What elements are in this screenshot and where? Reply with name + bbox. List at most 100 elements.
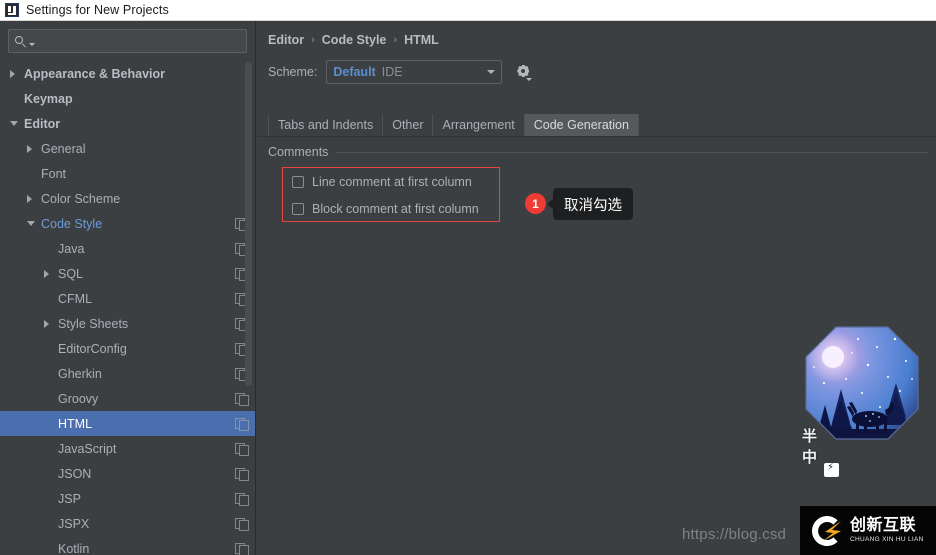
chevron-down-icon[interactable] [27, 221, 41, 226]
sidebar-item-html[interactable]: HTML [0, 411, 255, 436]
checkbox-line-comment[interactable] [292, 175, 304, 188]
sidebar-item-cfml[interactable]: CFML [0, 286, 255, 311]
gear-icon[interactable] [515, 64, 533, 81]
sidebar-item-label: Editor [24, 116, 61, 131]
breadcrumb-item-editor[interactable]: Editor [268, 33, 304, 47]
sidebar-item-style-sheets[interactable]: Style Sheets [0, 311, 255, 336]
chevron-right-icon[interactable] [27, 144, 41, 153]
art-character-2: 中 [802, 449, 818, 466]
breadcrumb: Editor › Code Style › HTML [257, 21, 936, 47]
chevron-right-icon[interactable] [27, 194, 41, 203]
sidebar-item-label: General [41, 141, 86, 156]
sidebar-item-label: Font [41, 166, 67, 181]
sidebar-item-editorconfig[interactable]: EditorConfig [0, 336, 255, 361]
copy-icon[interactable] [235, 492, 249, 506]
checkbox-block-comment[interactable] [292, 202, 304, 215]
sidebar-item-gherkin[interactable]: Gherkin [0, 361, 255, 386]
sidebar-item-sql[interactable]: SQL [0, 261, 255, 286]
sidebar-scrollbar[interactable] [245, 62, 252, 386]
search-icon [15, 35, 28, 48]
copy-icon[interactable] [235, 517, 249, 531]
copy-icon[interactable] [235, 467, 249, 481]
sidebar-item-label: Gherkin [58, 366, 102, 381]
sidebar-item-label: Appearance & Behavior [24, 66, 166, 81]
scheme-combobox[interactable]: Default IDE [326, 60, 503, 84]
checkbox-label: Line comment at first column [312, 174, 472, 189]
search-box[interactable] [8, 29, 247, 53]
decorative-night-sky-image: 半 中 [800, 321, 924, 477]
checkbox-row[interactable]: Block comment at first column [283, 195, 499, 222]
settings-window: Settings for New Projects Appearance & B… [0, 0, 936, 555]
tab-arrangement[interactable]: Arrangement [432, 114, 523, 136]
tab-label: Code Generation [533, 118, 629, 132]
chevron-down-icon[interactable] [10, 121, 24, 126]
sidebar-item-label: Kotlin [58, 541, 90, 555]
sidebar-item-json[interactable]: JSON [0, 461, 255, 486]
sidebar-item-font[interactable]: Font [0, 161, 255, 186]
sidebar-item-label: JSPX [58, 516, 90, 531]
sidebar-item-java[interactable]: Java [0, 236, 255, 261]
chevron-right-icon[interactable] [44, 319, 58, 328]
breadcrumb-item-code-style[interactable]: Code Style [322, 33, 387, 47]
sidebar-item-appearance-behavior[interactable]: Appearance & Behavior [0, 61, 255, 86]
copy-icon[interactable] [235, 542, 249, 555]
sidebar-item-jsp[interactable]: JSP [0, 486, 255, 511]
settings-tabbar: Tabs and Indents Other Arrangement Code Gen… [257, 114, 936, 137]
tab-label: Tabs and Indents [278, 118, 374, 132]
sidebar-item-kotlin[interactable]: Kotlin [0, 536, 255, 555]
comments-group-header: Comments [268, 145, 928, 159]
sidebar-item-label: JavaScript [58, 441, 117, 456]
sidebar-item-label: CFML [58, 291, 93, 306]
annotation-highlight-box: Line comment at first column Block commen… [282, 167, 500, 222]
sidebar-item-jspx[interactable]: JSPX [0, 511, 255, 536]
tab-code-generation[interactable]: Code Generation [523, 114, 638, 136]
checkbox-row[interactable]: Line comment at first column [283, 168, 499, 195]
sidebar-item-javascript[interactable]: JavaScript [0, 436, 255, 461]
copy-icon[interactable] [235, 442, 249, 456]
tab-label: Other [392, 118, 424, 132]
search-input[interactable] [35, 34, 240, 48]
sidebar-item-code-style[interactable]: Code Style [0, 211, 255, 236]
sidebar-item-label: JSON [58, 466, 92, 481]
tab-tabs-and-indents[interactable]: Tabs and Indents [268, 114, 382, 136]
sidebar-item-label: HTML [58, 416, 93, 431]
tabbar-filler [637, 114, 936, 136]
group-divider [335, 151, 928, 153]
checkbox-label: Block comment at first column [312, 201, 479, 216]
copy-icon[interactable] [235, 392, 249, 406]
art-shirt-icon [824, 462, 839, 477]
chevron-right-icon[interactable] [10, 69, 24, 78]
window-title: Settings for New Projects [26, 3, 169, 17]
sidebar-item-groovy[interactable]: Groovy [0, 386, 255, 411]
tab-other[interactable]: Other [382, 114, 432, 136]
breadcrumb-separator: › [311, 34, 315, 46]
sidebar-item-color-scheme[interactable]: Color Scheme [0, 186, 255, 211]
sidebar-item-label: SQL [58, 266, 84, 281]
sidebar-item-general[interactable]: General [0, 136, 255, 161]
chevron-right-icon[interactable] [44, 269, 58, 278]
blog-watermark: https://blog.csd [682, 526, 787, 543]
annotation-badge: 1 [525, 193, 546, 214]
sidebar-item-label: Java [58, 241, 85, 256]
intellij-idea-icon [5, 3, 19, 17]
logo-text: 创新互联 CHUANG XIN HU LIAN [850, 517, 924, 544]
scheme-value: Default [333, 65, 376, 79]
breadcrumb-item-html[interactable]: HTML [404, 33, 439, 47]
sidebar-item-label: Color Scheme [41, 191, 121, 206]
sidebar-item-label: JSP [58, 491, 81, 506]
sidebar-item-keymap[interactable]: Keymap [0, 86, 255, 111]
logo-mark-icon [810, 514, 844, 548]
annotation-tooltip: 取消勾选 [547, 188, 633, 220]
sidebar-item-editor[interactable]: Editor [0, 111, 255, 136]
copy-icon[interactable] [235, 417, 249, 431]
